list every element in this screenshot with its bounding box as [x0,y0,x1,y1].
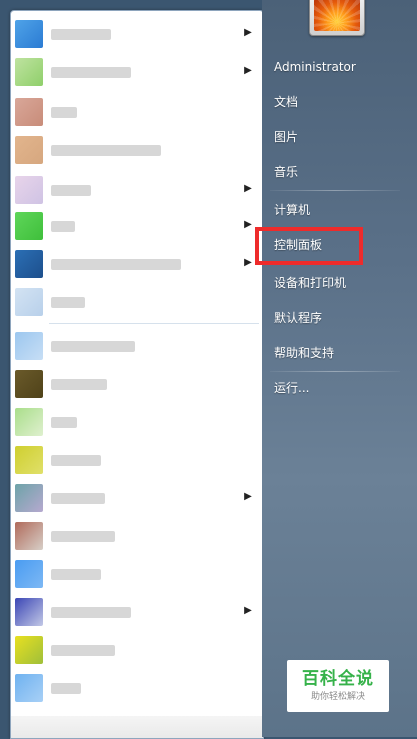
program-label-blurred [51,107,77,118]
start-menu: ▶ ▶ ▶ ▶ ▶ ▶ ▶ Administrator 文档 图片 音乐 计算机… [0,0,417,739]
watermark-logo: 百科全说 助你轻松解决 [287,660,389,712]
menu-separator [270,371,400,372]
program-label-blurred [51,531,115,542]
submenu-arrow-icon: ▶ [244,491,252,502]
program-item[interactable] [11,133,263,167]
program-list-pane: ▶ ▶ ▶ ▶ ▶ ▶ ▶ [10,10,264,739]
program-label-blurred [51,417,77,428]
program-item[interactable]: ▶ [11,17,263,51]
program-icon [15,332,43,360]
menu-item-default-programs[interactable]: 默认程序 [274,308,322,328]
menu-item-computer[interactable]: 计算机 [274,200,310,220]
program-label-blurred [51,455,101,466]
program-icon [15,176,43,204]
program-item[interactable] [11,633,263,667]
petals-decoration [314,0,360,31]
submenu-arrow-icon: ▶ [244,183,252,194]
program-label-blurred [51,683,81,694]
program-item[interactable] [11,443,263,477]
menu-item-pictures[interactable]: 图片 [274,127,298,147]
program-icon [15,598,43,626]
program-label-blurred [51,493,105,504]
menu-item-music[interactable]: 音乐 [274,162,298,182]
list-separator [49,323,259,324]
program-label-blurred [51,259,181,270]
program-item[interactable]: ▶ [11,173,263,207]
program-label-blurred [51,297,85,308]
program-icon [15,250,43,278]
program-label-blurred [51,221,75,232]
submenu-arrow-icon: ▶ [244,605,252,616]
submenu-arrow-icon: ▶ [244,65,252,76]
program-item[interactable] [11,405,263,439]
program-label-blurred [51,341,135,352]
program-item[interactable] [11,95,263,129]
program-icon [15,522,43,550]
program-icon [15,560,43,588]
program-item[interactable] [11,285,263,319]
program-item[interactable]: ▶ [11,247,263,281]
menu-item-devices-printers[interactable]: 设备和打印机 [274,273,346,293]
menu-separator [270,190,400,191]
program-item[interactable] [11,329,263,363]
user-picture-frame [309,0,365,36]
control-panel-highlight-box [255,227,363,265]
program-item[interactable]: ▶ [11,209,263,243]
program-label-blurred [51,185,91,196]
program-label-blurred [51,607,131,618]
program-item[interactable] [11,671,263,705]
flower-avatar-icon [314,0,360,31]
submenu-arrow-icon: ▶ [244,27,252,38]
program-icon [15,636,43,664]
all-programs-strip[interactable] [11,716,263,738]
program-label-blurred [51,145,161,156]
submenu-arrow-icon: ▶ [244,219,252,230]
program-icon [15,58,43,86]
watermark-subtitle: 助你轻松解决 [310,692,365,702]
program-label-blurred [51,569,101,580]
program-icon [15,370,43,398]
program-item[interactable] [11,557,263,591]
menu-item-run[interactable]: 运行... [274,378,309,398]
program-label-blurred [51,645,115,656]
program-icon [15,98,43,126]
program-icon [15,674,43,702]
program-item[interactable]: ▶ [11,481,263,515]
watermark-title: 百科全说 [302,669,374,689]
menu-item-documents[interactable]: 文档 [274,92,298,112]
program-icon [15,446,43,474]
program-icon [15,212,43,240]
menu-item-user[interactable]: Administrator [274,57,356,77]
submenu-arrow-icon: ▶ [244,257,252,268]
program-icon [15,408,43,436]
program-label-blurred [51,379,107,390]
program-icon [15,20,43,48]
program-item[interactable]: ▶ [11,55,263,89]
program-label-blurred [51,29,111,40]
program-icon [15,136,43,164]
program-item[interactable] [11,367,263,401]
program-icon [15,484,43,512]
program-label-blurred [51,67,131,78]
program-item[interactable]: ▶ [11,595,263,629]
menu-item-help-support[interactable]: 帮助和支持 [274,343,334,363]
program-icon [15,288,43,316]
program-item[interactable] [11,519,263,553]
